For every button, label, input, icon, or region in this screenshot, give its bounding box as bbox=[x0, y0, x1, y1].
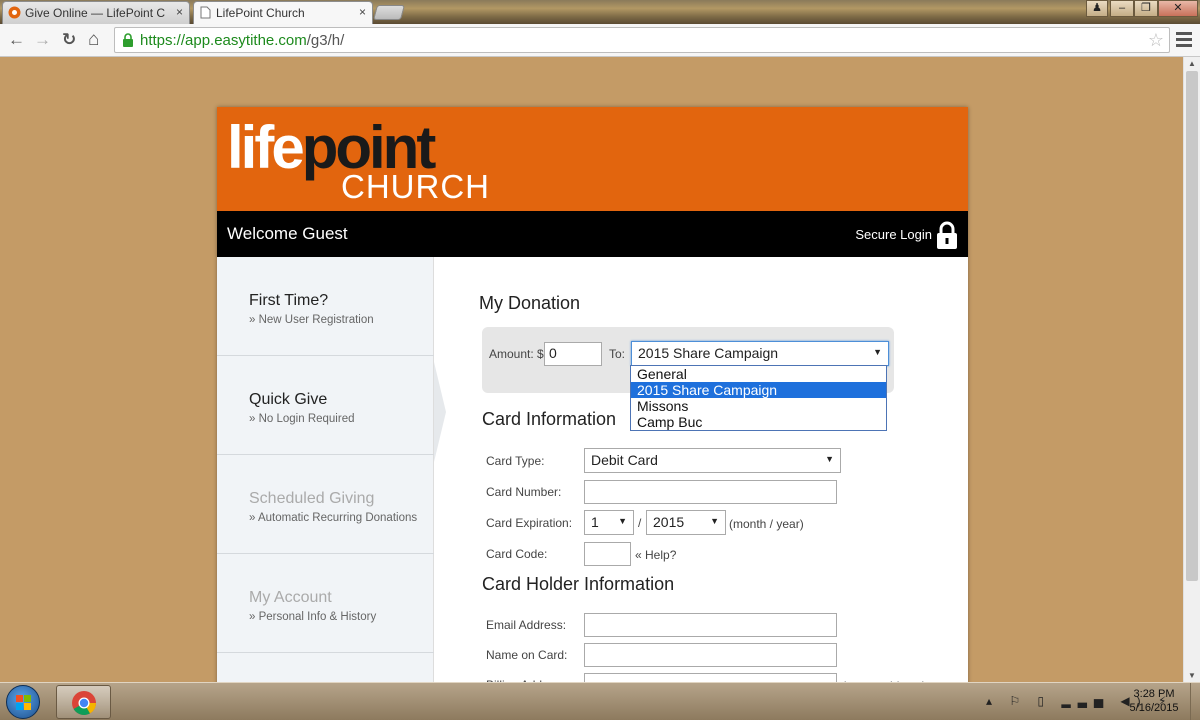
welcome-bar: Welcome Guest Secure Login bbox=[217, 211, 968, 257]
tab-close-icon[interactable]: × bbox=[176, 5, 183, 19]
clock-date: 5/16/2015 bbox=[1129, 702, 1179, 714]
taskbar-clock[interactable]: 3:28 PM 5/16/2015 bbox=[1118, 687, 1190, 715]
reload-icon[interactable]: ↻ bbox=[62, 31, 76, 49]
show-desktop-button[interactable] bbox=[1190, 683, 1200, 720]
header-banner: lifepoint CHURCH bbox=[217, 107, 968, 211]
browser-toolbar: ← → ↻ ⌂ https://app.easytithe.com/g3/h/ … bbox=[0, 24, 1200, 57]
exp-hint: (month / year) bbox=[729, 517, 804, 531]
tab-close-icon[interactable]: × bbox=[359, 5, 366, 19]
address-bar[interactable]: https://app.easytithe.com/g3/h/ ☆ bbox=[114, 27, 1170, 53]
scroll-down-arrow[interactable]: ▼ bbox=[1184, 671, 1200, 680]
padlock-icon[interactable] bbox=[935, 220, 959, 250]
user-profile-button[interactable]: ♟ bbox=[1086, 0, 1108, 17]
favicon-icon bbox=[8, 6, 21, 19]
tab-lifepoint-church[interactable]: LifePoint Church × bbox=[193, 1, 373, 24]
secure-login-link[interactable]: Secure Login bbox=[855, 227, 932, 242]
card-type-label: Card Type: bbox=[486, 454, 545, 468]
taskbar-chrome-button[interactable] bbox=[56, 685, 111, 719]
fund-option[interactable]: General bbox=[631, 366, 886, 382]
windows-logo-icon bbox=[16, 695, 31, 710]
chevron-down-icon: ▼ bbox=[873, 347, 882, 357]
sidebar: First Time? » New User Registration Quic… bbox=[217, 257, 434, 687]
sidebar-item-subtitle: » Automatic Recurring Donations bbox=[249, 512, 418, 524]
giving-panel: lifepoint CHURCH Welcome Guest Secure Lo… bbox=[217, 107, 968, 687]
chevron-down-icon: ▼ bbox=[710, 516, 719, 526]
start-button[interactable] bbox=[6, 685, 40, 719]
donation-form: My Donation Amount: $ 0 To: 2015 Share C… bbox=[434, 257, 968, 687]
card-code-help-link[interactable]: « Help? bbox=[635, 548, 676, 562]
forward-icon[interactable]: → bbox=[34, 31, 51, 49]
email-label: Email Address: bbox=[486, 618, 567, 632]
sidebar-item-first-time[interactable]: First Time? » New User Registration bbox=[217, 257, 434, 356]
url-text: https://app.easytithe.com/g3/h/ bbox=[140, 32, 345, 49]
card-number-input[interactable] bbox=[584, 480, 837, 504]
card-expiration-label: Card Expiration: bbox=[486, 516, 573, 530]
lifepoint-logo[interactable]: lifepoint CHURCH bbox=[227, 113, 490, 209]
vertical-scrollbar[interactable]: ▲ ▼ bbox=[1183, 57, 1200, 682]
card-number-label: Card Number: bbox=[486, 485, 562, 499]
clock-time: 3:28 PM bbox=[1133, 688, 1175, 700]
name-on-card-input[interactable] bbox=[584, 643, 837, 667]
sidebar-item-my-account[interactable]: My Account » Personal Info & History bbox=[217, 554, 434, 653]
card-type-select[interactable]: Debit Card ▼ bbox=[584, 448, 841, 473]
fund-option-highlighted[interactable]: 2015 Share Campaign bbox=[631, 382, 886, 398]
email-input[interactable] bbox=[584, 613, 837, 637]
tab-give-online[interactable]: Give Online — LifePoint C × bbox=[2, 1, 190, 24]
card-type-value: Debit Card bbox=[591, 452, 658, 468]
welcome-text: Welcome Guest bbox=[227, 224, 348, 243]
exp-month-value: 1 bbox=[591, 514, 599, 530]
exp-year-value: 2015 bbox=[653, 514, 685, 530]
exp-year-select[interactable]: 2015 ▼ bbox=[646, 510, 726, 535]
sidebar-item-title: First Time? bbox=[249, 292, 329, 309]
home-icon[interactable]: ⌂ bbox=[88, 30, 99, 49]
sidebar-item-quick-give[interactable]: Quick Give » No Login Required bbox=[217, 356, 434, 455]
bookmark-star-icon[interactable]: ☆ bbox=[1148, 30, 1164, 51]
sidebar-item-title: Scheduled Giving bbox=[249, 490, 375, 507]
exp-separator: / bbox=[638, 516, 642, 530]
card-code-input[interactable] bbox=[584, 542, 631, 566]
fund-select[interactable]: 2015 Share Campaign ▼ bbox=[631, 341, 889, 366]
sidebar-item-title: Quick Give bbox=[249, 391, 328, 408]
name-on-card-label: Name on Card: bbox=[486, 648, 568, 662]
page-icon bbox=[200, 6, 211, 19]
scroll-thumb[interactable] bbox=[1186, 71, 1198, 581]
card-code-label: Card Code: bbox=[486, 547, 548, 561]
sidebar-item-subtitle: » No Login Required bbox=[249, 413, 355, 425]
amount-input[interactable]: 0 bbox=[544, 342, 602, 366]
sidebar-item-subtitle: » Personal Info & History bbox=[249, 611, 377, 623]
new-tab-button[interactable] bbox=[372, 5, 406, 20]
sidebar-item-title: My Account bbox=[249, 589, 332, 606]
card-holder-heading: Card Holder Information bbox=[482, 574, 675, 594]
to-label: To: bbox=[609, 347, 626, 361]
restore-button[interactable]: ❐ bbox=[1134, 0, 1158, 17]
chevron-down-icon: ▼ bbox=[825, 454, 834, 464]
chevron-down-icon: ▼ bbox=[618, 516, 627, 526]
minimize-button[interactable]: – bbox=[1110, 0, 1134, 17]
my-donation-heading: My Donation bbox=[479, 293, 581, 313]
fund-select-value: 2015 Share Campaign bbox=[638, 345, 779, 361]
browser-tab-strip: Give Online — LifePoint C × LifePoint Ch… bbox=[0, 0, 1200, 24]
fund-option[interactable]: Missons bbox=[631, 398, 886, 414]
exp-month-select[interactable]: 1 ▼ bbox=[584, 510, 634, 535]
close-window-button[interactable]: ✕ bbox=[1158, 0, 1198, 17]
sidebar-item-scheduled-giving[interactable]: Scheduled Giving » Automatic Recurring D… bbox=[217, 455, 434, 554]
tab-title: Give Online — LifePoint C bbox=[25, 6, 166, 20]
windows-taskbar: ▴ ⚐ ▯ ▂▃▅ ◀) ⚡ 3:28 PM 5/16/2015 bbox=[0, 682, 1200, 720]
fund-option[interactable]: Camp Buc bbox=[631, 414, 886, 430]
card-information-heading: Card Information bbox=[482, 409, 617, 429]
ssl-lock-icon bbox=[123, 33, 133, 47]
fund-dropdown-list[interactable]: General 2015 Share Campaign Missons Camp… bbox=[630, 365, 887, 431]
scroll-up-arrow[interactable]: ▲ bbox=[1184, 59, 1200, 68]
amount-label: Amount: $ bbox=[489, 347, 544, 361]
logo-church: CHURCH bbox=[341, 168, 490, 205]
chrome-icon bbox=[72, 691, 96, 716]
tab-title: LifePoint Church bbox=[216, 6, 305, 20]
browser-menu-icon[interactable] bbox=[1176, 32, 1192, 50]
back-icon[interactable]: ← bbox=[8, 31, 25, 49]
sidebar-item-subtitle: » New User Registration bbox=[249, 314, 374, 326]
